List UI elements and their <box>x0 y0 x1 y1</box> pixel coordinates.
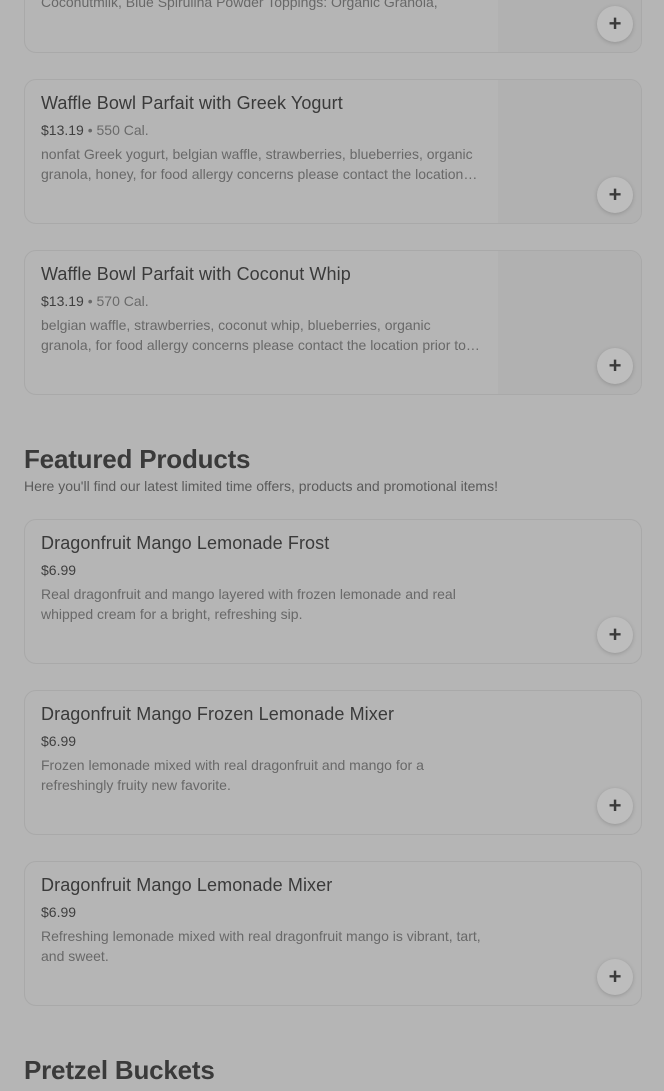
add-item-button[interactable]: + <box>597 617 633 653</box>
menu-item-card[interactable]: Dragonfruit Mango Lemonade Mixer $6.99 R… <box>24 861 642 1006</box>
menu-item-card[interactable]: Dragonfruit Mango Frozen Lemonade Mixer … <box>24 690 642 835</box>
item-description: Refreshing lemonade mixed with real drag… <box>41 928 481 964</box>
section-subtitle: Here you'll find our latest limited time… <box>24 478 498 494</box>
item-price-calories: $13.19 • 550 Cal. <box>41 122 149 138</box>
plus-icon: + <box>608 182 622 207</box>
item-description: nonfat Greek yogurt, belgian waffle, str… <box>41 146 473 182</box>
menu-item-card[interactable]: Dragonfruit Mango Lemonade Frost $6.99 R… <box>24 519 642 664</box>
item-title: Dragonfruit Mango Lemonade Mixer <box>41 875 333 895</box>
item-price: $13.19 <box>41 122 84 138</box>
menu-item-card[interactable]: Waffle Bowl Parfait with Greek Yogurt $1… <box>24 79 642 224</box>
item-price: $6.99 <box>41 562 77 578</box>
item-title: Dragonfruit Mango Lemonade Frost <box>41 533 330 553</box>
plus-icon: + <box>608 964 622 989</box>
price-separator: • <box>87 293 93 309</box>
item-title: Waffle Bowl Parfait with Greek Yogurt <box>41 93 343 113</box>
add-item-button[interactable]: + <box>597 959 633 995</box>
section-title-featured: Featured Products <box>24 444 251 474</box>
item-description: Real dragonfruit and mango layered with … <box>41 586 456 622</box>
item-price: $6.99 <box>41 733 77 749</box>
item-description: Frozen lemonade mixed with real dragonfr… <box>41 757 424 793</box>
item-description: Coconutmilk, Blue Spirulina Powder Toppi… <box>41 0 438 10</box>
add-item-button[interactable]: + <box>597 6 633 42</box>
add-item-button[interactable]: + <box>597 177 633 213</box>
plus-icon: + <box>608 11 622 36</box>
item-title: Waffle Bowl Parfait with Coconut Whip <box>41 264 351 284</box>
plus-icon: + <box>608 793 622 818</box>
section-title-pretzel-buckets: Pretzel Buckets <box>24 1055 215 1085</box>
add-item-button[interactable]: + <box>597 348 633 384</box>
plus-icon: + <box>608 622 622 647</box>
item-description: belgian waffle, strawberries, coconut wh… <box>41 317 466 353</box>
plus-icon: + <box>608 353 622 378</box>
item-price: $13.19 <box>41 293 84 309</box>
item-calories: 550 Cal. <box>96 122 149 138</box>
add-item-button[interactable]: + <box>597 788 633 824</box>
menu-item-card[interactable]: Waffle Bowl Parfait with Coconut Whip $1… <box>24 250 642 395</box>
price-separator: • <box>87 122 93 138</box>
item-price-calories: $13.19 • 570 Cal. <box>41 293 149 309</box>
item-calories: 570 Cal. <box>96 293 149 309</box>
item-price: $6.99 <box>41 904 77 920</box>
item-title: Dragonfruit Mango Frozen Lemonade Mixer <box>41 704 395 724</box>
